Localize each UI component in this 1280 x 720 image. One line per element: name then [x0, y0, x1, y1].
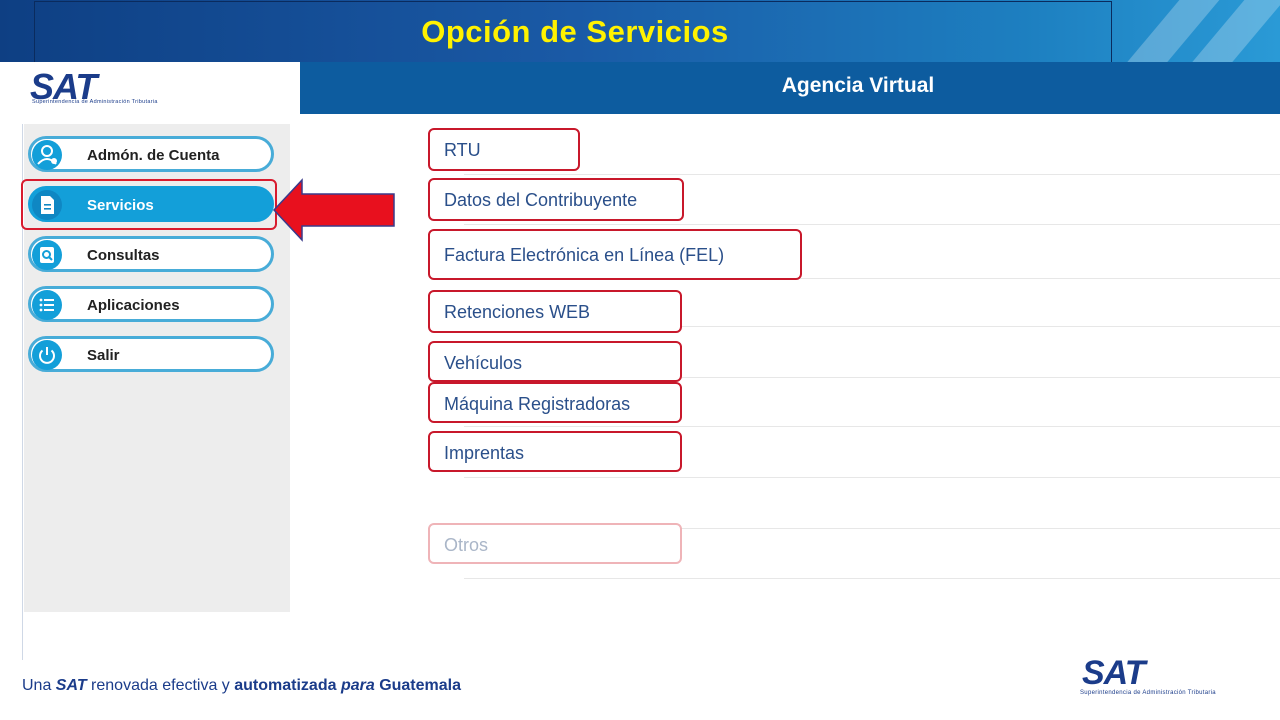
- service-option-vehiculos[interactable]: Vehículos: [428, 341, 682, 382]
- service-option-label: Otros: [444, 535, 489, 555]
- power-icon: [32, 340, 62, 370]
- service-option-otros[interactable]: Otros: [428, 523, 682, 564]
- service-option-label: Retenciones WEB: [444, 302, 591, 322]
- tagline-part: Guatemala: [379, 677, 461, 694]
- footer-sat-logo: SAT Superintendencia de Administración T…: [1078, 654, 1242, 700]
- footer-logo-text: SAT: [1082, 654, 1145, 692]
- slide-banner: Opción de Servicios: [0, 0, 1280, 62]
- sidebar-item-label: Aplicaciones: [87, 297, 180, 314]
- row-separator: [464, 174, 1280, 175]
- sidebar-item-label: Admón. de Cuenta: [87, 147, 220, 164]
- tagline-part: renovada: [86, 677, 163, 694]
- sidebar-item-label: Consultas: [87, 247, 160, 264]
- service-option-label: Factura Electrónica en Línea (FEL): [444, 245, 725, 265]
- service-option-label: Máquina Registradoras: [444, 394, 631, 414]
- row-separator: [464, 578, 1280, 579]
- sidebar-item-aplicaciones[interactable]: Aplicaciones: [28, 286, 274, 322]
- service-option-retenciones-web[interactable]: Retenciones WEB: [428, 290, 682, 333]
- service-option-label: RTU: [444, 140, 481, 160]
- slide-title: Opción de Servicios: [421, 14, 729, 49]
- red-arrow-left-icon: [272, 178, 395, 242]
- service-option-fel[interactable]: Factura Electrónica en Línea (FEL): [428, 229, 802, 280]
- search-icon: [32, 240, 62, 270]
- service-option-datos-contribuyente[interactable]: Datos del Contribuyente: [428, 178, 684, 221]
- sidebar-item-consultas[interactable]: Consultas: [28, 236, 274, 272]
- servicios-highlight-box: [21, 179, 277, 230]
- sat-logo[interactable]: SAT Superintendencia de Administración T…: [22, 62, 301, 114]
- footer-logo-subtitle: Superintendencia de Administración Tribu…: [1080, 690, 1216, 696]
- sidebar-item-salir[interactable]: Salir: [28, 336, 274, 372]
- agency-header: Agencia Virtual: [300, 62, 1280, 114]
- footer-tagline: Una SAT renovada efectiva y automatizada…: [22, 677, 461, 695]
- agency-title: Agencia Virtual: [781, 74, 935, 97]
- tagline-part: efectiva: [162, 677, 218, 694]
- user-gear-icon: [32, 140, 62, 170]
- service-option-label: Vehículos: [444, 353, 523, 373]
- row-separator: [464, 426, 1280, 427]
- service-option-imprentas[interactable]: Imprentas: [428, 431, 682, 472]
- service-option-rtu[interactable]: RTU: [428, 128, 580, 171]
- tagline-part: para: [336, 677, 380, 694]
- sat-logo-subtitle: Superintendencia de Administración Tribu…: [32, 99, 158, 105]
- list-icon: [32, 290, 62, 320]
- service-option-maquina-registradoras[interactable]: Máquina Registradoras: [428, 382, 682, 423]
- row-separator: [464, 224, 1280, 225]
- tagline-part: SAT: [55, 677, 87, 694]
- sidebar-item-label: Salir: [87, 347, 120, 364]
- service-option-label: Datos del Contribuyente: [444, 190, 638, 210]
- tagline-part: Una: [22, 677, 56, 694]
- sidebar-item-admon-cuenta[interactable]: Admón. de Cuenta: [28, 136, 274, 172]
- row-separator: [464, 477, 1280, 478]
- service-option-label: Imprentas: [444, 443, 525, 463]
- tagline-part: automatizada: [234, 677, 337, 694]
- tagline-part: y: [217, 677, 235, 694]
